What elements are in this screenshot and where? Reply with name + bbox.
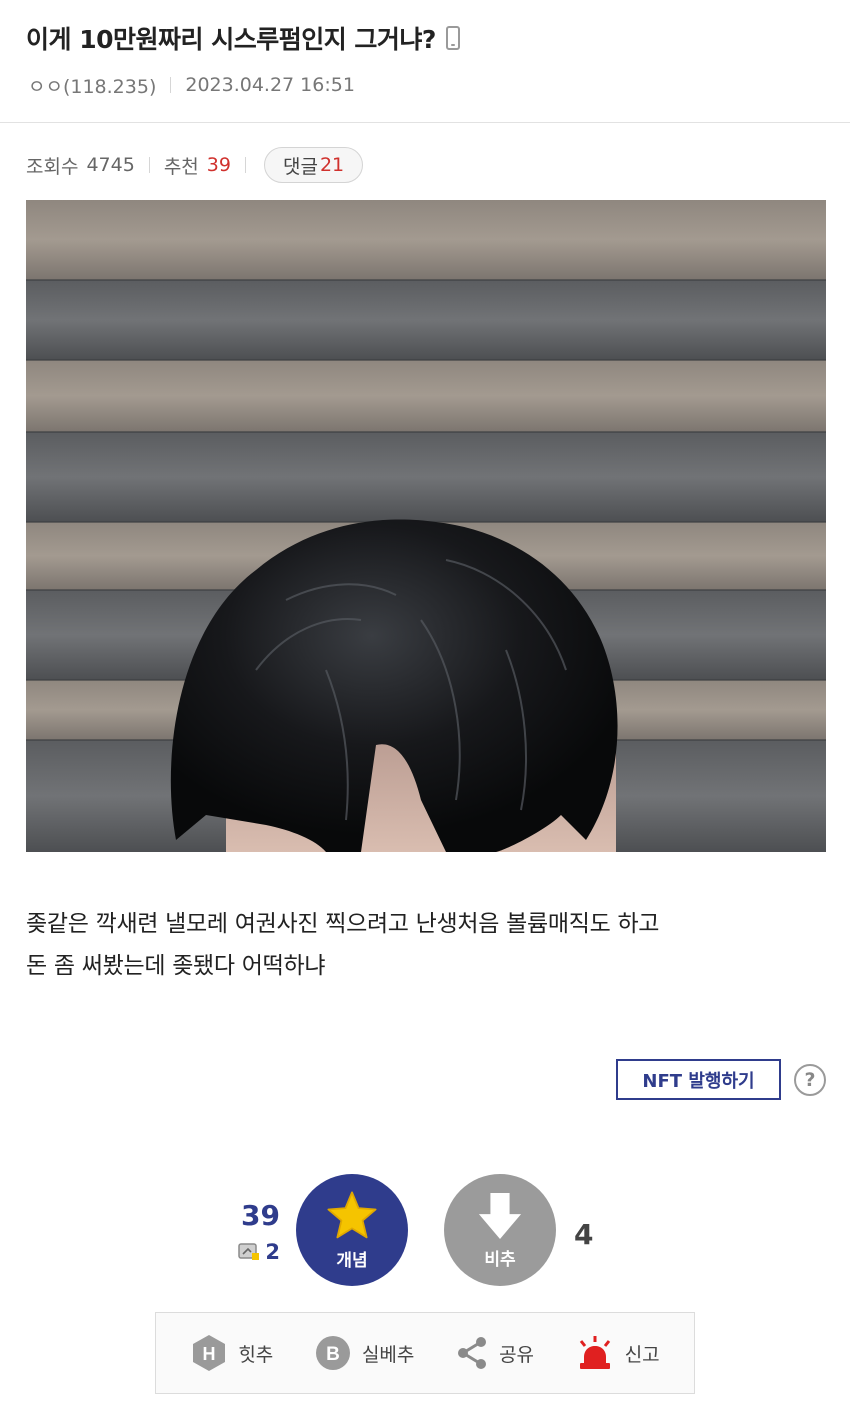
upvote-label: 개념	[336, 1250, 368, 1271]
upvote-count: 39	[241, 1199, 280, 1232]
post-stats: 조회수 4745 추천 39 댓글 21	[26, 147, 364, 183]
svg-text:H: H	[203, 1344, 216, 1364]
downvote-label: 비추	[484, 1249, 516, 1270]
best-recommend-button[interactable]: B 실베추	[314, 1334, 414, 1372]
haircut-photo	[26, 200, 826, 852]
report-label: 신고	[624, 1343, 660, 1366]
share-button[interactable]: 공유	[455, 1335, 534, 1371]
star-icon	[327, 1190, 377, 1238]
post-title-row: 이게 10만원짜리 시스루펌인지 그거냐?	[26, 18, 460, 58]
recommend-label: 추천	[163, 155, 199, 178]
fixed-count-value: 2	[265, 1240, 280, 1264]
hit-icon: H	[193, 1335, 226, 1371]
upvote-button[interactable]: 개념	[296, 1174, 408, 1286]
comments-count: 21	[319, 154, 345, 176]
recommend-count: 39	[206, 154, 231, 176]
help-icon[interactable]: ?	[794, 1064, 826, 1096]
hit-recommend-button[interactable]: H 힛추	[190, 1334, 273, 1372]
arrow-down-icon	[478, 1192, 522, 1239]
fixed-vote-icon	[238, 1243, 260, 1260]
post-body-line: 돈 좀 써봤는데 좆됐다 어떡하냐	[26, 953, 326, 979]
downvote-count: 4	[574, 1218, 594, 1251]
best-label: 실베추	[361, 1343, 415, 1366]
post-action-bar: H 힛추 B 실베추 공유 신고	[155, 1312, 695, 1394]
header-divider	[0, 122, 850, 123]
comments-button[interactable]: 댓글 21	[263, 147, 364, 183]
best-icon: B	[315, 1336, 350, 1370]
fixed-upvote-count: 2	[230, 1240, 280, 1264]
post-title: 이게 10만원짜리 시스루펌인지 그거냐?	[26, 25, 436, 54]
views-count: 4745	[86, 154, 135, 176]
siren-icon	[579, 1336, 610, 1369]
share-icon	[458, 1337, 487, 1369]
downvote-button[interactable]: 비추	[444, 1174, 556, 1286]
report-button[interactable]: 신고	[575, 1335, 660, 1371]
post-body: 좆같은 깍새련 낼모레 여권사진 찍으려고 난생처음 볼륨매직도 하고 돈 좀 …	[26, 903, 826, 987]
author-name[interactable]: ㅇㅇ(118.235)	[28, 72, 156, 99]
post-meta: ㅇㅇ(118.235) 2023.04.27 16:51	[28, 70, 355, 100]
nft-issue-button[interactable]: NFT 발행하기	[616, 1059, 781, 1100]
mobile-icon	[445, 26, 460, 50]
svg-text:B: B	[326, 1344, 340, 1365]
post-body-line: 좆같은 깍새련 낼모레 여권사진 찍으려고 난생처음 볼륨매직도 하고	[26, 911, 660, 937]
share-label: 공유	[499, 1343, 535, 1366]
post-image	[26, 200, 826, 852]
divider	[170, 77, 172, 93]
divider	[244, 157, 246, 173]
hit-label: 힛추	[238, 1343, 274, 1366]
divider	[148, 157, 150, 173]
comments-label: 댓글	[282, 155, 318, 178]
views-label: 조회수	[26, 155, 79, 178]
post-date: 2023.04.27 16:51	[185, 74, 355, 96]
